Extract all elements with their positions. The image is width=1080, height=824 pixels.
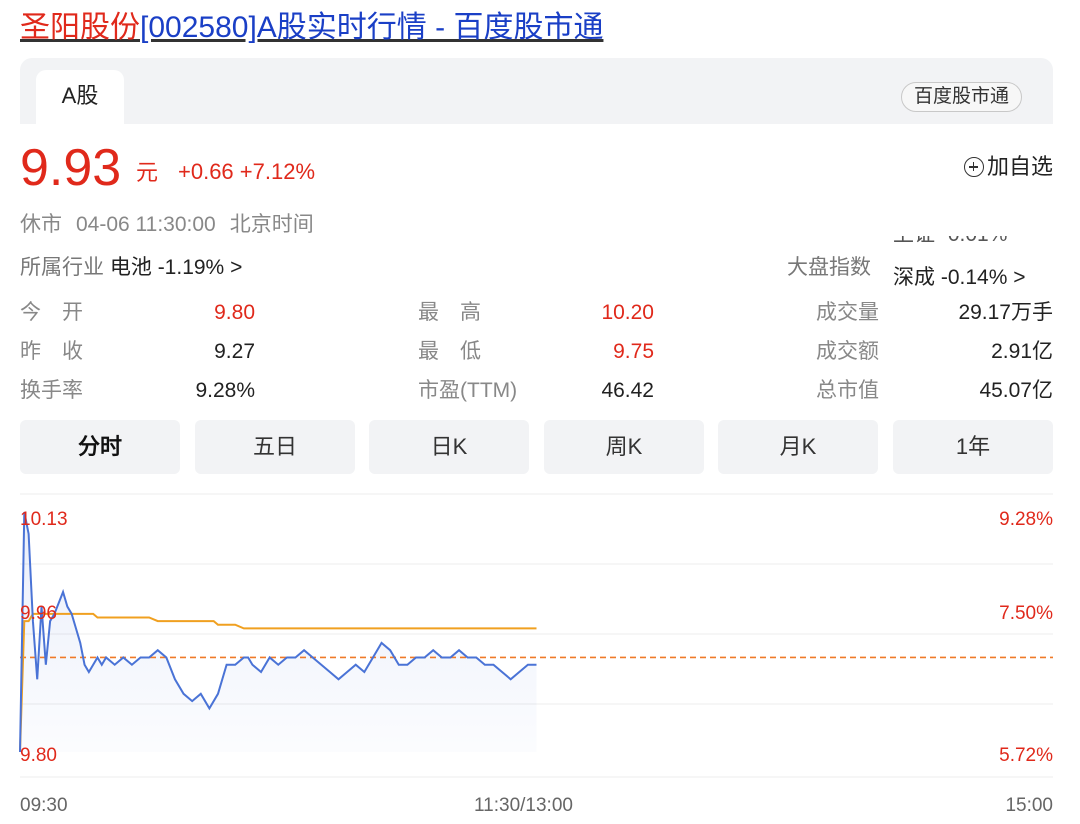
tab-weekly-k[interactable]: 周K	[544, 420, 704, 474]
current-price: 9.93	[20, 139, 122, 197]
add-watchlist-label: 加自选	[986, 154, 1053, 179]
x-tick: 11:30/13:00	[474, 795, 573, 816]
stat-value: 9.27	[214, 340, 255, 363]
stat-label: 总市值	[816, 379, 879, 402]
index-label: 大盘指数	[787, 256, 871, 279]
stat-label: 市盈(TTM)	[418, 379, 518, 402]
market-tab-bar: A股 百度股市通	[20, 58, 1053, 124]
industry-link[interactable]: 所属行业 电池 -1.19% >	[20, 253, 242, 283]
price-unit: 元	[136, 160, 159, 185]
stat-label: 昨 收	[20, 340, 83, 363]
index-shenzhen: 深成 -0.14%	[893, 266, 1008, 289]
stat-value: 2.91亿	[991, 340, 1053, 363]
plus-circle-icon	[963, 157, 984, 177]
add-watchlist-button[interactable]: 加自选	[963, 152, 1053, 182]
source-pill[interactable]: 百度股市通	[900, 82, 1022, 112]
status-time: 04-06 11:30:00	[76, 213, 216, 236]
page-title[interactable]: 圣阳股份[002580]A股实时行情 - 百度股市通	[20, 8, 603, 48]
index-shenzhen-link[interactable]: 深成 -0.14% >	[893, 263, 1025, 293]
stat-value: 46.42	[601, 379, 654, 402]
tab-one-year[interactable]: 1年	[893, 420, 1053, 474]
stat-label: 最 低	[418, 340, 481, 363]
y-right-tick: 7.50%	[999, 603, 1053, 624]
intraday-chart[interactable]: 10.13 9.96 9.80 9.28% 7.50% 5.72% 09:30 …	[0, 490, 1080, 824]
price-area-fill	[20, 512, 537, 752]
x-tick: 15:00	[1005, 795, 1053, 816]
y-right-tick: 9.28%	[999, 509, 1053, 530]
stat-label: 换手率	[20, 379, 83, 402]
intraday-chart-svg	[19, 493, 1053, 778]
tab-daily-k[interactable]: 日K	[369, 420, 529, 474]
index-shanghai: 上证 -0.01%	[893, 236, 1053, 248]
tab-a-share[interactable]: A股	[36, 70, 124, 124]
stock-name[interactable]: 圣阳股份	[20, 11, 140, 44]
price-change: +0.66 +7.12%	[178, 157, 315, 187]
industry-label: 所属行业	[20, 256, 104, 279]
title-suffix[interactable]: [002580]A股实时行情 - 百度股市通	[140, 11, 603, 44]
stat-label: 今 开	[20, 301, 83, 324]
y-left-tick: 9.96	[20, 603, 57, 624]
stat-value: 45.07亿	[979, 379, 1053, 402]
stat-value: 9.80	[214, 301, 255, 324]
market-status: 休市 04-06 11:30:00 北京时间	[20, 210, 328, 240]
period-tabs: 分时 五日 日K 周K 月K 1年	[20, 420, 1053, 474]
industry-change: -1.19%	[157, 256, 225, 279]
change-percent: +7.12%	[239, 159, 316, 184]
stat-label: 成交量	[816, 301, 879, 324]
index-ticker-scrolled: 上证 -0.01%	[893, 236, 1053, 250]
stat-value: 29.17万手	[958, 301, 1053, 324]
chevron-right-icon: >	[230, 256, 243, 279]
y-right-tick: 5.72%	[999, 745, 1053, 766]
tab-intraday[interactable]: 分时	[20, 420, 180, 474]
chevron-right-icon: >	[1013, 266, 1026, 289]
stat-label: 最 高	[418, 301, 481, 324]
stat-value: 10.20	[601, 301, 654, 324]
y-left-tick: 10.13	[20, 509, 68, 530]
change-amount: +0.66	[178, 159, 234, 184]
stat-label: 成交额	[816, 340, 879, 363]
industry-name: 电池	[109, 256, 152, 279]
tab-monthly-k[interactable]: 月K	[718, 420, 878, 474]
y-left-tick: 9.80	[20, 745, 57, 766]
stat-value: 9.28%	[195, 379, 255, 402]
stat-value: 9.75	[613, 340, 654, 363]
x-tick: 09:30	[20, 795, 68, 816]
status-text: 休市	[20, 213, 62, 236]
tab-five-day[interactable]: 五日	[195, 420, 355, 474]
status-timezone: 北京时间	[229, 213, 314, 236]
